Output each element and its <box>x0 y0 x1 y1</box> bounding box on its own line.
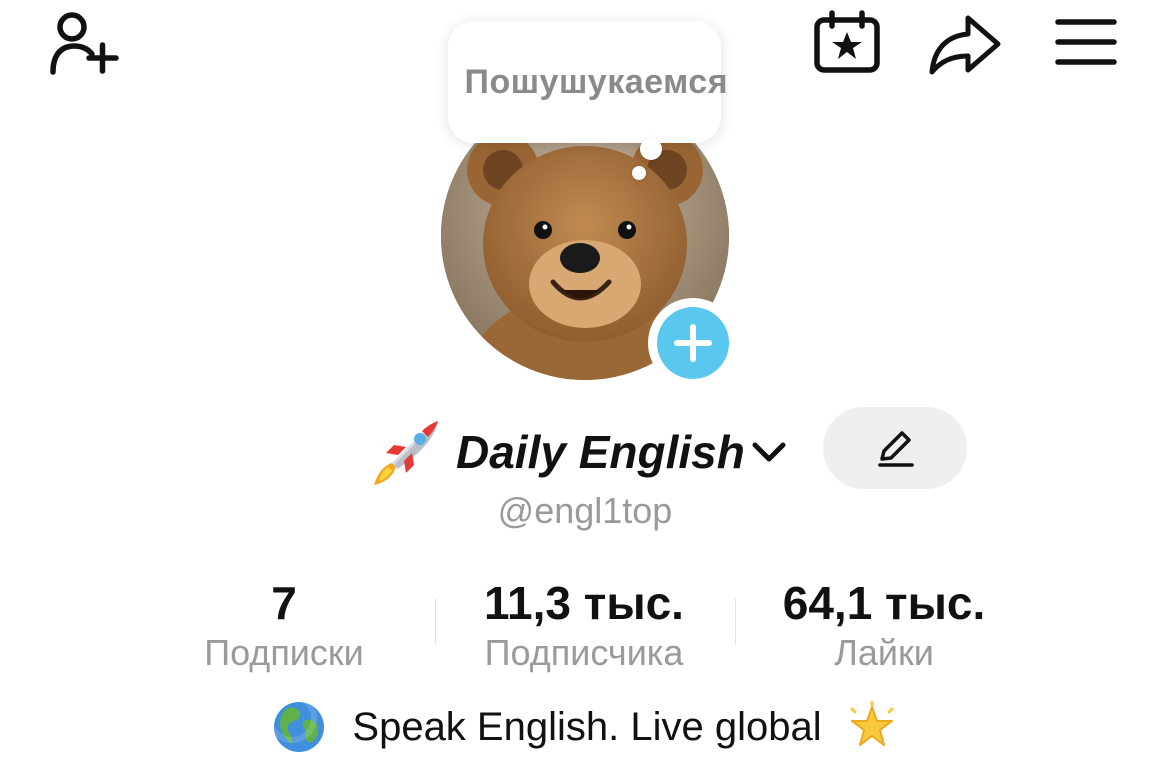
share-arrow-icon[interactable] <box>928 12 1002 76</box>
stat-value: 11,3 тыс. <box>484 577 684 629</box>
hamburger-menu-icon[interactable] <box>1054 16 1118 68</box>
calendar-star-icon[interactable] <box>812 10 882 76</box>
stat-label: Подписки <box>204 632 364 673</box>
add-friend-icon[interactable] <box>44 8 124 78</box>
profile-name-row[interactable]: Daily English <box>372 412 787 492</box>
thought-bubble[interactable]: Пошушукаемся <box>448 21 729 143</box>
bio-text: Speak English. Live global <box>352 704 822 749</box>
profile-bio: Speak English. Live global <box>0 700 1170 754</box>
stat-divider <box>735 598 736 644</box>
plus-icon <box>657 307 729 379</box>
rocket-icon <box>374 421 438 485</box>
stat-value: 64,1 тыс. <box>782 577 986 629</box>
edit-profile-button[interactable] <box>823 407 967 489</box>
profile-username: @engl1top <box>497 490 673 531</box>
profile-display-name: Daily English <box>456 426 745 478</box>
stat-divider <box>435 598 436 644</box>
stat-label: Подписчика <box>484 632 684 673</box>
stat-value: 7 <box>271 577 297 629</box>
pencil-icon <box>878 431 914 467</box>
chevron-down-icon[interactable] <box>751 437 787 467</box>
stat-followers[interactable]: 11,3 тыс. Подписчика <box>456 575 712 675</box>
stat-following[interactable]: 7 Подписки <box>186 575 382 675</box>
bubble-dot <box>632 166 646 180</box>
glowing-star-icon <box>850 701 894 746</box>
bubble-text: Пошушукаемся <box>464 63 729 101</box>
add-profile-photo-button[interactable] <box>648 298 738 388</box>
stat-label: Лайки <box>834 632 934 673</box>
globe-icon <box>272 700 325 752</box>
stat-likes[interactable]: 64,1 тыс. Лайки <box>760 575 1008 675</box>
bubble-dot <box>640 138 662 160</box>
